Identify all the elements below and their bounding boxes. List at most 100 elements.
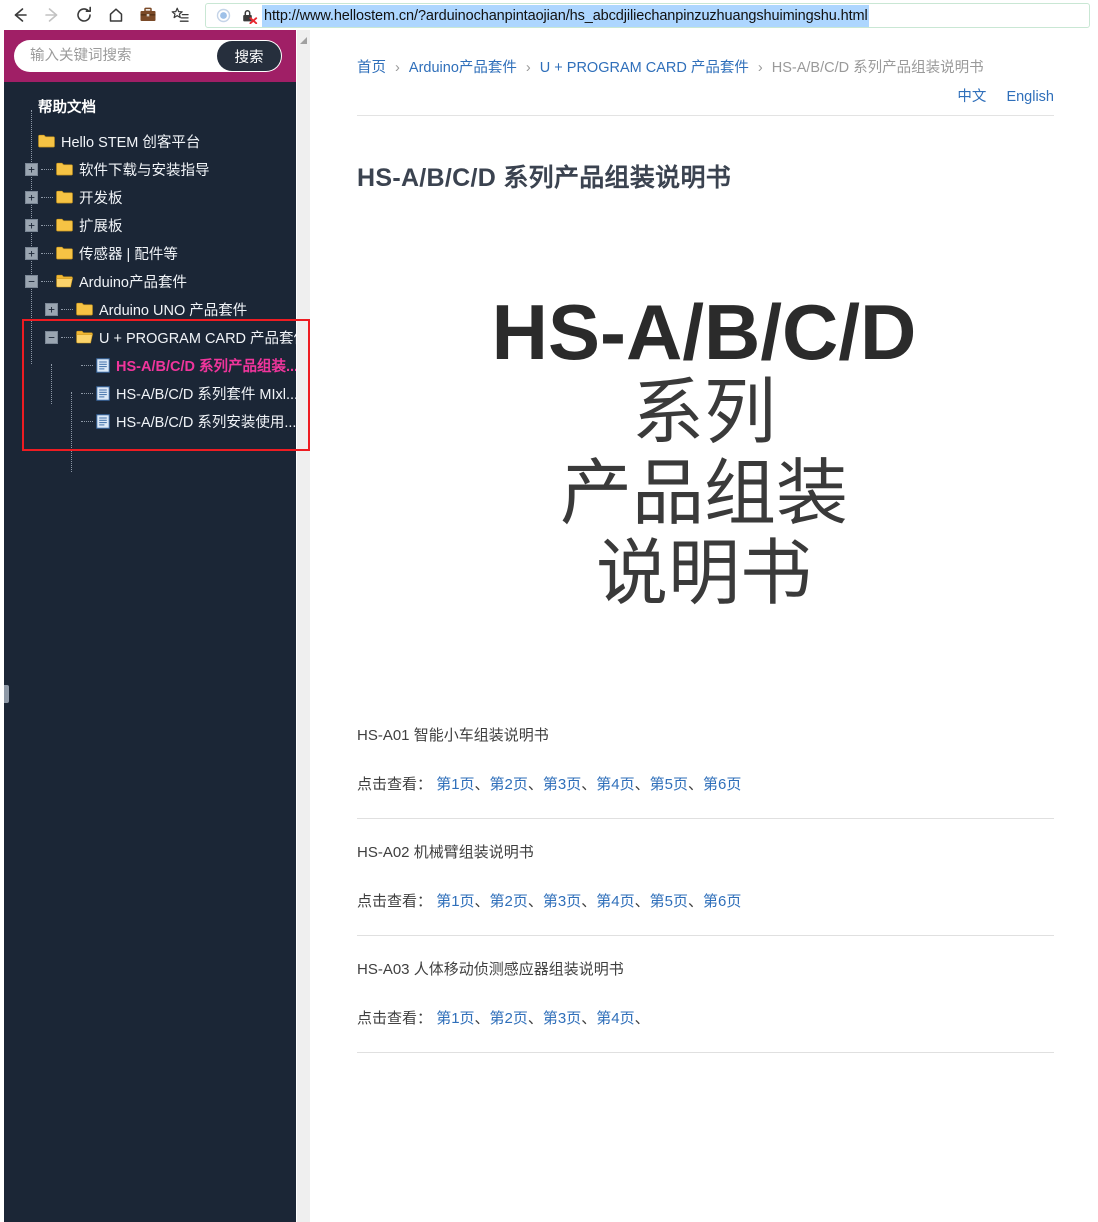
page-link[interactable]: 第3页: [543, 893, 581, 910]
page-info-icon[interactable]: [210, 4, 236, 27]
scroll-up-arrow-icon[interactable]: [299, 32, 308, 44]
manual-sections: HS-A01 智能小车组装说明书 点击查看： 第1页、第2页、第3页、第4页、第…: [310, 615, 1098, 1054]
section-title: HS-A01 智能小车组装说明书: [357, 727, 549, 745]
folder-open-icon: [56, 274, 73, 288]
page-link[interactable]: 第4页: [596, 776, 634, 793]
sidebar-search-bar: 搜索: [4, 30, 296, 82]
expand-toggle-icon[interactable]: +: [25, 218, 38, 232]
page-link[interactable]: 第3页: [543, 776, 581, 793]
back-button[interactable]: [4, 1, 36, 29]
folder-icon: [56, 246, 73, 260]
tree-connector: [61, 336, 73, 338]
manual-section: HS-A02 机械臂组装说明书 点击查看： 第1页、第2页、第3页、第4页、第5…: [357, 819, 1054, 937]
tree-node[interactable]: + 软件下载与安装指导: [4, 155, 296, 183]
breadcrumb-item-home[interactable]: 首页: [357, 60, 386, 76]
link-separator: 、: [581, 893, 597, 911]
manual-section: HS-A03 人体移动侦测感应器组装说明书 点击查看： 第1页、第2页、第3页、…: [357, 936, 1054, 1054]
link-separator: 、: [527, 1010, 543, 1028]
search-input[interactable]: [14, 41, 214, 71]
link-separator: 、: [474, 776, 490, 794]
tree-node-label: 开发板: [79, 190, 123, 207]
tree-node[interactable]: + 开发板: [4, 183, 296, 211]
expand-toggle-icon[interactable]: +: [25, 246, 38, 260]
expand-toggle-icon[interactable]: +: [25, 190, 38, 204]
page-link[interactable]: 第5页: [650, 893, 688, 910]
page-link[interactable]: 第6页: [703, 776, 741, 793]
page-link[interactable]: 第2页: [490, 776, 528, 793]
language-chinese-link[interactable]: 中文: [957, 89, 986, 105]
tree-node-label: 软件下载与安装指导: [79, 162, 210, 179]
link-separator: 、: [634, 776, 650, 794]
collapse-toggle-icon[interactable]: −: [25, 274, 38, 288]
link-separator: 、: [527, 776, 543, 794]
tree-node[interactable]: HS-A/B/C/D 系列套件 MIxl...: [4, 379, 296, 407]
folder-icon: [56, 218, 73, 232]
home-button[interactable]: [100, 1, 132, 29]
tree-node-label: HS-A/B/C/D 系列安装使用...: [116, 414, 296, 431]
hero-line-manual: 说明书: [595, 534, 812, 615]
page-link[interactable]: 第1页: [436, 776, 474, 793]
address-bar[interactable]: http://www.hellostem.cn/?arduinochanpint…: [205, 3, 1090, 28]
page-link[interactable]: 第2页: [490, 893, 528, 910]
browser-toolbar: http://www.hellostem.cn/?arduinochanpint…: [0, 0, 1098, 30]
tree-connector: [41, 196, 53, 198]
tree-node[interactable]: + 扩展板: [4, 211, 296, 239]
collections-icon[interactable]: [132, 1, 164, 29]
url-text[interactable]: http://www.hellostem.cn/?arduinochanpint…: [262, 4, 869, 27]
tree-connector: [41, 168, 53, 170]
breadcrumb-separator: ›: [757, 60, 763, 76]
broken-lock-icon[interactable]: [236, 4, 262, 27]
section-page-links: 点击查看： 第1页、第2页、第3页、第4页、第5页、第6页: [357, 890, 1054, 935]
section-page-links: 点击查看： 第1页、第2页、第3页、第4页、: [357, 1007, 1054, 1052]
folder-icon: [56, 190, 73, 204]
page-link[interactable]: 第5页: [650, 776, 688, 793]
breadcrumb-item-uprogram-card[interactable]: U + PROGRAM CARD 产品套件: [540, 60, 749, 76]
expand-toggle-icon[interactable]: +: [45, 302, 58, 316]
page-link[interactable]: 第4页: [596, 893, 634, 910]
link-separator: 、: [527, 893, 543, 911]
page-link[interactable]: 第6页: [703, 893, 741, 910]
sidebar-scrollbar[interactable]: [297, 30, 310, 1222]
page-link[interactable]: 第4页: [596, 1010, 634, 1027]
tree-connector: [41, 280, 53, 282]
tree-node-label: HS-A/B/C/D 系列套件 MIxl...: [116, 386, 296, 403]
language-english-link[interactable]: English: [1006, 89, 1054, 105]
section-title: HS-A03 人体移动侦测感应器组装说明书: [357, 961, 624, 979]
favorites-list-icon[interactable]: [164, 1, 196, 29]
tree-node-active[interactable]: HS-A/B/C/D 系列产品组装...: [4, 351, 296, 379]
tree-node-label: 扩展板: [79, 218, 123, 235]
page-link[interactable]: 第1页: [436, 1010, 474, 1027]
folder-open-icon: [76, 330, 93, 344]
tree-node[interactable]: Hello STEM 创客平台: [4, 127, 296, 155]
reload-button[interactable]: [68, 1, 100, 29]
forward-button[interactable]: [36, 1, 68, 29]
section-page-links: 点击查看： 第1页、第2页、第3页、第4页、第5页、第6页: [357, 773, 1054, 818]
documentation-tree: 帮助文档 Hello STEM 创客平台 + 软件下载与安装指导 + 开发板 +…: [4, 82, 296, 472]
hero-line-series: 系列: [631, 373, 776, 454]
tree-node[interactable]: + Arduino UNO 产品套件: [4, 295, 296, 323]
tree-node[interactable]: − Arduino产品套件: [4, 267, 296, 295]
search-box: 搜索: [14, 40, 282, 72]
search-button[interactable]: 搜索: [217, 41, 281, 71]
breadcrumb-item-arduino-kits[interactable]: Arduino产品套件: [409, 60, 517, 76]
breadcrumb-item-current: HS-A/B/C/D 系列产品组装说明书: [771, 60, 984, 76]
breadcrumb-separator: ›: [395, 60, 400, 76]
header-divider: [357, 115, 1054, 116]
page-link[interactable]: 第2页: [490, 1010, 528, 1027]
page-link[interactable]: 第1页: [436, 893, 474, 910]
tree-node[interactable]: − U + PROGRAM CARD 产品套件: [4, 323, 296, 351]
language-switcher: 中文 English: [310, 77, 1098, 106]
collapse-toggle-icon[interactable]: −: [45, 330, 58, 344]
expand-toggle-icon[interactable]: +: [25, 162, 38, 176]
page-title: HS-A/B/C/D 系列产品组装说明书: [357, 163, 732, 192]
sidebar-collapse-handle[interactable]: [4, 685, 9, 703]
tree-title: 帮助文档: [38, 100, 96, 116]
page-link[interactable]: 第3页: [543, 1010, 581, 1027]
link-prefix-label: 点击查看：: [357, 1010, 433, 1028]
tree-node[interactable]: HS-A/B/C/D 系列安装使用...: [4, 407, 296, 435]
manual-section: HS-A01 智能小车组装说明书 点击查看： 第1页、第2页、第3页、第4页、第…: [357, 724, 1054, 820]
link-prefix-label: 点击查看：: [357, 776, 433, 794]
main-content: 首页 › Arduino产品套件 › U + PROGRAM CARD 产品套件…: [310, 30, 1098, 1222]
tree-node[interactable]: + 传感器 | 配件等: [4, 239, 296, 267]
